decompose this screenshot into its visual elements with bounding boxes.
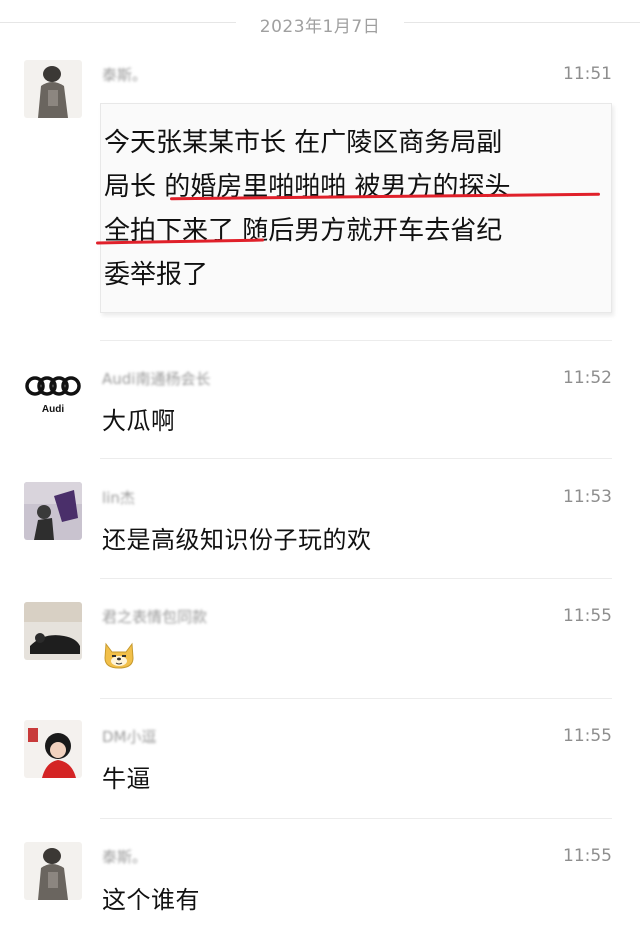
avatar-junzhi[interactable] <box>24 602 82 660</box>
message-divider <box>100 578 612 579</box>
date-divider-right <box>404 22 640 23</box>
message-time: 11:52 <box>563 368 612 388</box>
date-label: 2023年1月7日 <box>259 17 381 37</box>
message-time: 11:53 <box>563 487 612 507</box>
sender-name: DM小逗 <box>102 728 157 746</box>
avatar-taisi[interactable] <box>24 842 82 900</box>
sender-name: 君之表情包同款 <box>102 608 208 626</box>
quote-line-4: 委举报了 <box>104 260 209 290</box>
message-text: 还是高级知识份子玩的欢 <box>102 526 372 554</box>
message-time: 11:55 <box>563 846 612 866</box>
avatar-lin[interactable] <box>24 482 82 540</box>
avatar-audi[interactable]: Audi <box>24 364 82 422</box>
avatar-taisi[interactable] <box>24 60 82 118</box>
message-divider <box>100 458 612 459</box>
sender-name: 泰斯。 <box>102 848 148 866</box>
message-text: 大瓜啊 <box>102 407 176 435</box>
sender-name: lin杰 <box>102 489 135 507</box>
quote-line-1: 今天张某某市长 在广陵区商务局副 <box>104 128 503 158</box>
svg-text:Audi: Audi <box>42 404 64 415</box>
message-divider <box>100 698 612 699</box>
sender-name: Audi南通杨会长 <box>102 370 211 388</box>
date-separator: 2023年1月7日 <box>0 0 640 46</box>
message-text: 这个谁有 <box>102 886 200 914</box>
message-time: 11:55 <box>563 606 612 626</box>
message-time: 11:51 <box>563 64 612 84</box>
message-divider <box>100 340 612 341</box>
message-time: 11:55 <box>563 726 612 746</box>
date-divider-left <box>0 22 236 23</box>
sender-name: 泰斯。 <box>102 66 148 84</box>
message-divider <box>100 818 612 819</box>
message-text: 牛逼 <box>102 765 151 793</box>
doge-emoji-icon <box>102 640 136 670</box>
avatar-dm[interactable] <box>24 720 82 778</box>
